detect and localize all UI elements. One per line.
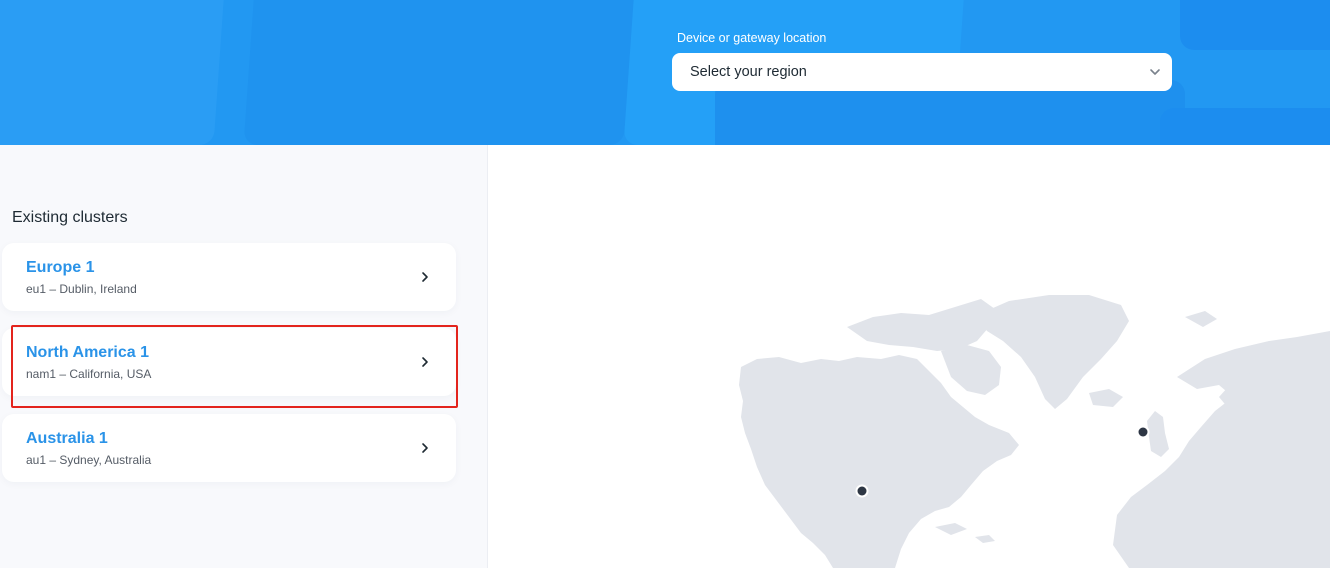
page: Device or gateway location Select your r…	[0, 0, 1330, 568]
landmass-iceland	[1089, 389, 1123, 407]
chevron-right-icon	[422, 443, 428, 453]
landmass-uk	[1147, 411, 1169, 457]
cluster-panel: Existing clusters Europe 1 eu1 – Dublin,…	[0, 145, 488, 568]
section-title: Existing clusters	[12, 209, 128, 226]
landmass-caribbean	[935, 523, 967, 535]
region-select-value: Select your region	[690, 64, 807, 80]
region-select[interactable]: Select your region	[672, 53, 1172, 91]
cluster-location: au1 – Sydney, Australia	[26, 453, 152, 467]
cluster-location: nam1 – California, USA	[26, 367, 152, 381]
cluster-name: North America 1	[26, 344, 149, 361]
world-map	[489, 145, 1330, 568]
cluster-card-australia-1[interactable]: Australia 1 au1 – Sydney, Australia	[2, 414, 456, 482]
chevron-down-icon	[1150, 69, 1160, 75]
cluster-card-north-america-1[interactable]: North America 1 nam1 – California, USA	[2, 328, 456, 396]
landmass-eurasia	[1113, 331, 1330, 568]
cluster-name: Europe 1	[26, 259, 95, 276]
landmass-arctic-islands	[847, 299, 995, 351]
landmass-caribbean	[975, 535, 995, 543]
region-label: Device or gateway location	[677, 31, 827, 45]
header-decoration	[1180, 0, 1330, 50]
world-map-graphic	[739, 295, 1330, 568]
cluster-card-europe-1[interactable]: Europe 1 eu1 – Dublin, Ireland	[2, 243, 456, 311]
landmass-baffin	[941, 345, 1001, 395]
chevron-right-icon	[422, 357, 428, 367]
landmass-svalbard	[1185, 311, 1217, 327]
chevron-right-icon	[422, 272, 428, 282]
cluster-name: Australia 1	[26, 430, 108, 447]
cluster-location: eu1 – Dublin, Ireland	[26, 282, 137, 296]
header-decoration	[1160, 108, 1330, 145]
header-banner: Device or gateway location Select your r…	[0, 0, 1330, 145]
header-decoration	[243, 0, 637, 145]
header-decoration	[0, 0, 227, 145]
